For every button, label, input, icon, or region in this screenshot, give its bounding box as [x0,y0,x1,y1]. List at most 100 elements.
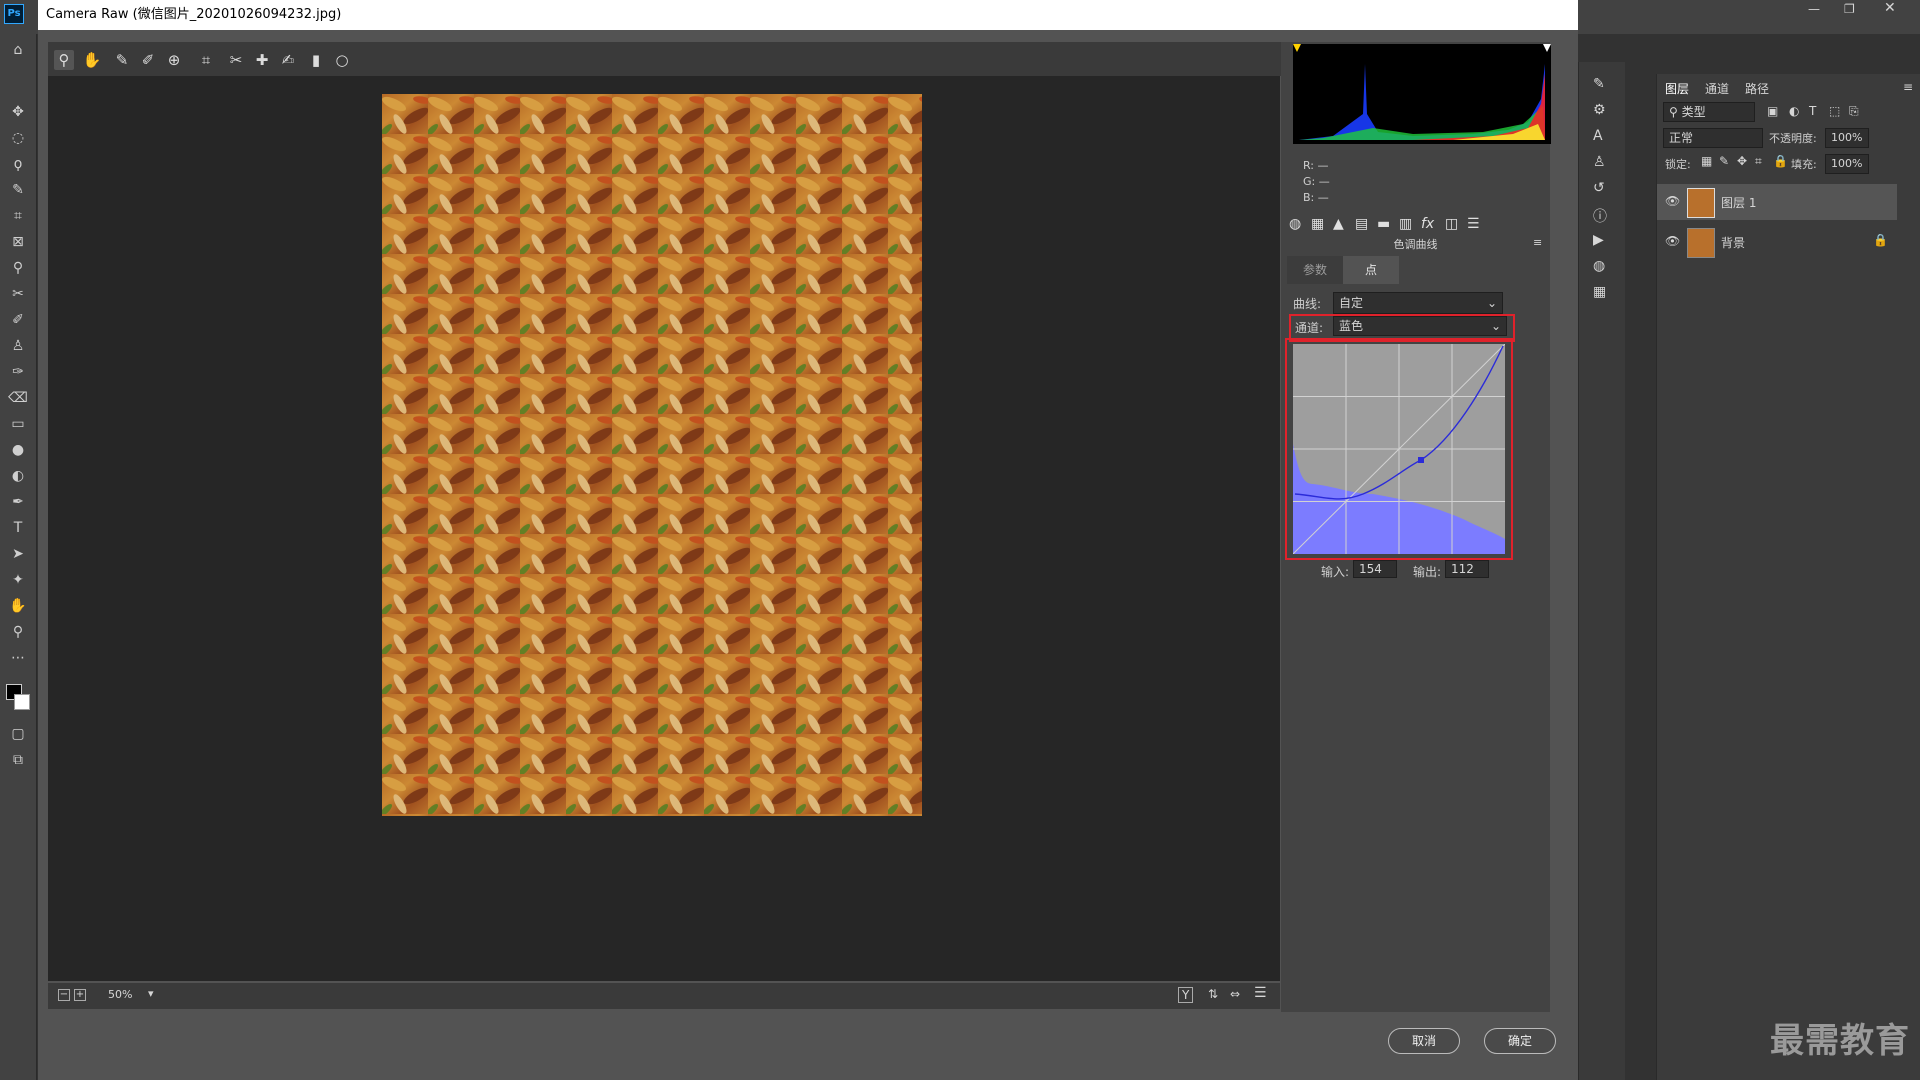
before-after-icon[interactable]: Y [1178,987,1194,1003]
layer-filter-select[interactable]: ⚲ 类型 [1663,102,1755,122]
marquee-tool-icon[interactable]: ◌ [8,128,28,148]
zoom-tool-icon[interactable]: ⚲ [8,622,28,642]
filter-adjust-icon[interactable]: ◐ [1789,104,1799,118]
presets-icon[interactable]: ☰ [1467,216,1480,232]
filter-smart-icon[interactable]: ⎘ [1849,104,1859,119]
brush-tool-icon[interactable]: ✐ [8,310,28,330]
hand-tool-icon[interactable]: ✋ [8,596,28,616]
crop-icon[interactable]: ⌗ [196,50,216,70]
shape-tool-icon[interactable]: ✦ [8,570,28,590]
watermark: 最需教育 [1770,1021,1910,1061]
gradient-tool-icon[interactable]: ▭ [8,414,28,434]
crop-tool-icon[interactable]: ⌗ [8,206,28,226]
path-select-icon[interactable]: ➤ [8,544,28,564]
character-icon[interactable]: A [1593,128,1603,144]
spot-removal-icon[interactable]: ✚ [252,50,272,70]
tab-layers[interactable]: 图层 [1665,80,1689,97]
fill-field[interactable]: 100% [1825,154,1869,174]
panel-menu-icon[interactable]: ≡ [1533,236,1542,249]
ok-button[interactable]: 确定 [1484,1028,1556,1054]
minimize-icon[interactable]: — [1808,2,1820,16]
background-color-swatch[interactable] [14,694,30,710]
brush-settings-icon[interactable]: ✎ [1593,76,1605,92]
detail-panel-icon[interactable]: ▲ [1333,216,1344,232]
effects-panel-icon[interactable]: fx [1421,216,1434,232]
info-icon[interactable]: ⓘ [1593,206,1607,226]
zoom-icon[interactable]: ⚲ [54,50,74,70]
tab-paths[interactable]: 路径 [1745,80,1769,97]
more-tools-icon[interactable]: ⋯ [8,648,28,668]
blend-mode-select[interactable]: 正常 [1663,128,1763,148]
panel-menu-icon[interactable]: ≡ [1903,80,1913,94]
filter-type-icon[interactable]: T [1809,104,1816,118]
hand-icon[interactable]: ✋ [82,50,102,70]
output-field[interactable]: 112 [1445,560,1489,578]
preview-photo [382,94,922,816]
filter-shape-icon[interactable]: ⬚ [1829,104,1840,118]
screen-mode-icon[interactable]: ⧉ [8,750,28,770]
color-sampler-icon[interactable]: ✐ [138,50,158,70]
pen-tool-icon[interactable]: ✒ [8,492,28,512]
copy-settings-icon[interactable]: ⇔ [1230,987,1240,1001]
quick-mask-icon[interactable]: ▢ [8,724,28,744]
move-tool-icon[interactable]: ✥ [8,102,28,122]
lens-correction-icon[interactable]: ▥ [1399,216,1412,232]
blur-tool-icon[interactable]: ● [8,440,28,460]
history-icon[interactable]: ↺ [1593,180,1605,196]
zoom-dropdown-icon[interactable]: ▾ [148,987,154,1000]
healing-tool-icon[interactable]: ✂ [8,284,28,304]
lock-paint-icon[interactable]: ✎ [1719,154,1729,168]
tone-curve-panel-icon[interactable]: ▦ [1311,216,1324,232]
visibility-eye-icon[interactable]: 👁 [1665,194,1680,208]
tab-channels[interactable]: 通道 [1705,80,1729,97]
actions-icon[interactable]: ▶ [1593,232,1604,248]
lock-pixels-icon[interactable]: ▦ [1701,154,1712,168]
hsl-panel-icon[interactable]: ▤ [1355,216,1368,232]
eyedropper-tool-icon[interactable]: ⚲ [8,258,28,278]
visibility-eye-icon[interactable]: 👁 [1665,234,1680,248]
opacity-field[interactable]: 100% [1825,128,1869,148]
filter-pixel-icon[interactable]: ▣ [1767,104,1778,118]
tab-parametric[interactable]: 参数 [1287,256,1343,284]
grid-icon[interactable]: ▦ [1593,284,1606,300]
stamp-tool-icon[interactable]: ♙ [8,336,28,356]
red-eye-icon[interactable]: ✍ [278,50,298,70]
swatches-icon[interactable]: ◍ [1593,258,1605,274]
lasso-tool-icon[interactable]: ϙ [8,154,28,174]
quick-select-icon[interactable]: ✎ [8,180,28,200]
lock-artboard-icon[interactable]: ⌗ [1755,154,1762,169]
close-icon[interactable]: ✕ [1884,0,1896,16]
layer-row[interactable]: 👁 图层 1 [1657,184,1897,220]
straighten-icon[interactable]: ✂ [226,50,246,70]
lock-all-icon[interactable]: 🔒 [1773,154,1788,168]
view-settings-icon[interactable]: ☰ [1254,985,1267,1001]
adjust-icon[interactable]: ⚙ [1593,102,1606,118]
zoom-in-button[interactable]: + [74,989,86,1001]
channel-select[interactable]: 蓝色 ⌄ [1333,316,1507,336]
restore-icon[interactable]: ❐ [1844,2,1855,16]
cancel-button[interactable]: 取消 [1388,1028,1460,1054]
eraser-tool-icon[interactable]: ⌫ [8,388,28,408]
curve-select[interactable]: 自定 ⌄ [1333,292,1503,314]
type-tool-icon[interactable]: T [8,518,28,538]
frame-tool-icon[interactable]: ⊠ [8,232,28,252]
zoom-level[interactable]: 50% [108,988,132,1001]
layer-row[interactable]: 👁 背景 🔒 [1657,224,1897,260]
radial-filter-icon[interactable]: ○ [332,50,352,70]
lock-position-icon[interactable]: ✥ [1737,154,1747,168]
history-brush-icon[interactable]: ✑ [8,362,28,382]
basic-panel-icon[interactable]: ◍ [1289,216,1301,232]
calibration-icon[interactable]: ◫ [1445,216,1458,232]
swap-view-icon[interactable]: ⇅ [1208,987,1218,1001]
split-toning-icon[interactable]: ▬ [1377,216,1390,232]
tab-point[interactable]: 点 [1343,256,1399,284]
targeted-adjust-icon[interactable]: ⊕ [164,50,184,70]
zoom-out-button[interactable]: − [58,989,70,1001]
dodge-tool-icon[interactable]: ◐ [8,466,28,486]
home-icon[interactable]: ⌂ [8,40,28,60]
white-balance-icon[interactable]: ✎ [112,50,132,70]
adjustment-brush-icon[interactable]: ▮ [306,50,326,70]
input-field[interactable]: 154 [1353,560,1397,578]
tone-curve-graph[interactable] [1293,344,1505,554]
clone-source-icon[interactable]: ♙ [1593,154,1606,170]
